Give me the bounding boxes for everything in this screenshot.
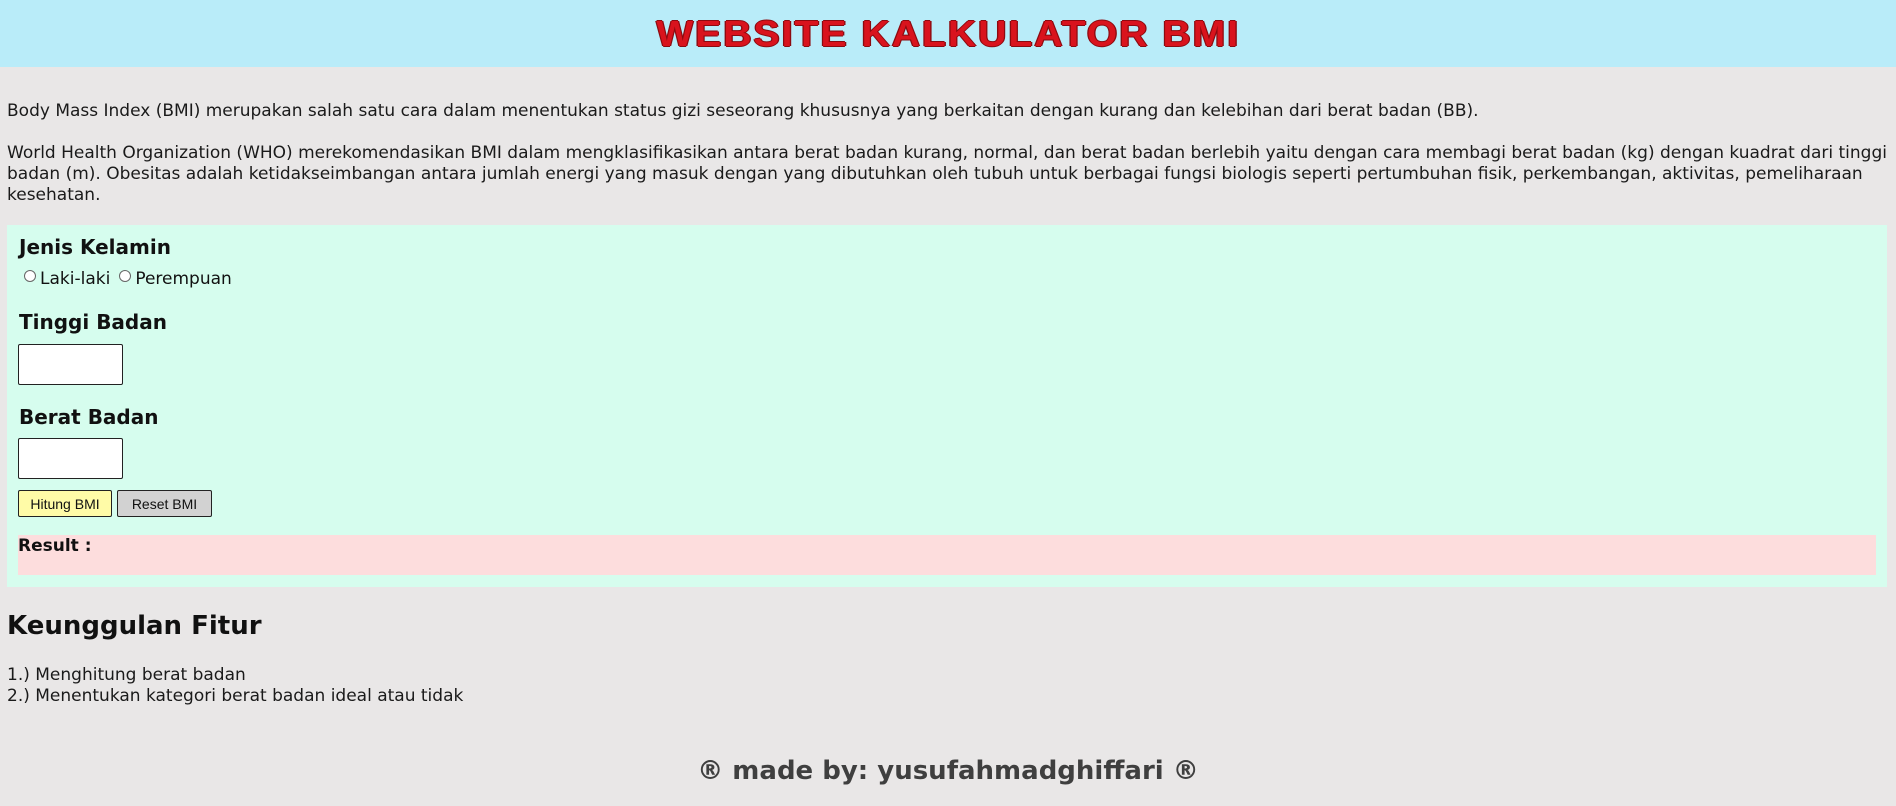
radio-perempuan[interactable] <box>119 270 132 282</box>
height-label: Tinggi Badan <box>19 310 167 334</box>
intro-section: Body Mass Index (BMI) merupakan salah sa… <box>7 101 1887 206</box>
radio-laki-laki-label[interactable]: Laki-laki <box>40 269 110 289</box>
features-title: Keunggulan Fitur <box>7 611 262 641</box>
result-box: Result : <box>18 535 1876 575</box>
bmi-form: Jenis Kelamin Laki-laki Perempuan Tinggi… <box>7 225 1887 587</box>
page-title: WEBSITE KALKULATOR BMI <box>656 12 1240 54</box>
feature-list: 1.) Menghitung berat badan 2.) Menentuka… <box>7 665 463 707</box>
weight-input[interactable] <box>18 438 123 479</box>
intro-paragraph-bmi: Body Mass Index (BMI) merupakan salah sa… <box>7 101 1479 121</box>
feature-item-2: 2.) Menentukan kategori berat badan idea… <box>7 686 464 706</box>
radio-perempuan-label[interactable]: Perempuan <box>135 269 232 289</box>
weight-label: Berat Badan <box>19 405 159 429</box>
gender-label: Jenis Kelamin <box>19 235 171 259</box>
radio-laki-laki[interactable] <box>24 270 36 282</box>
gender-radio-group: Laki-laki Perempuan <box>19 269 236 289</box>
intro-paragraph-who: World Health Organization (WHO) merekome… <box>7 143 1887 205</box>
calculate-button[interactable]: Hitung BMI <box>18 490 112 517</box>
result-label: Result : <box>18 536 92 556</box>
footer-credit: ® made by: yusufahmadghiffari ® <box>697 756 1199 786</box>
feature-item-1: 1.) Menghitung berat badan <box>7 665 246 685</box>
height-input[interactable] <box>18 344 123 385</box>
header-bar: WEBSITE KALKULATOR BMI <box>0 0 1896 67</box>
reset-button[interactable]: Reset BMI <box>117 490 212 517</box>
